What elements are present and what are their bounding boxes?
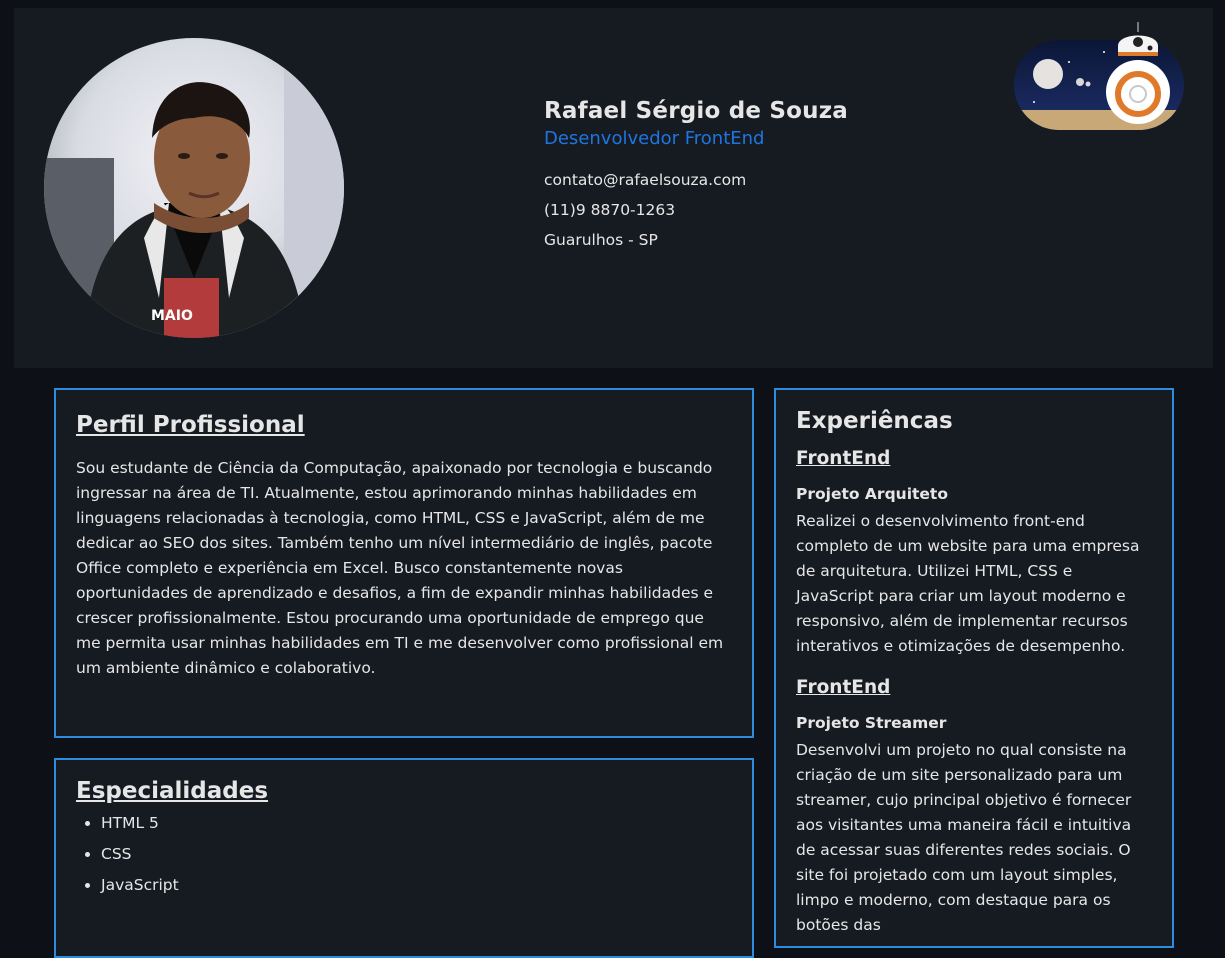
job-entry: FrontEnd Projeto Arquiteto Realizei o de… — [796, 448, 1152, 659]
skill-item: HTML 5 — [101, 812, 732, 835]
experiencias-section: Experiêncas FrontEnd Projeto Arquiteto R… — [774, 388, 1174, 948]
profile-location: Guarulhos - SP — [544, 231, 658, 249]
experiencias-title: Experiêncas — [796, 408, 953, 434]
profile-photo-image: MAIO — [44, 38, 344, 338]
job-name: Projeto Streamer — [796, 714, 947, 732]
especialidades-section: Especialidades HTML 5 CSS JavaScript — [54, 758, 754, 958]
profile-name: Rafael Sérgio de Souza — [544, 98, 849, 124]
especialidades-title: Especialidades — [76, 778, 269, 804]
job-entry: FrontEnd Projeto Streamer Desenvolvi um … — [796, 677, 1152, 938]
job-name: Projeto Arquiteto — [796, 485, 948, 503]
profile-header: MAIO Rafael Sérgio de Souza Desenvolvedo… — [14, 8, 1213, 368]
skill-item: CSS — [101, 843, 732, 866]
svg-text:MAIO: MAIO — [151, 308, 193, 324]
perfil-title: Perfil Profissional — [76, 412, 305, 438]
job-description: Desenvolvi um projeto no qual consiste n… — [796, 741, 1132, 934]
profile-info: Rafael Sérgio de Souza Desenvolvedor Fro… — [544, 98, 848, 261]
skills-list: HTML 5 CSS JavaScript — [76, 812, 732, 897]
skill-item: JavaScript — [101, 874, 732, 897]
profile-role: Desenvolvedor FrontEnd — [544, 128, 765, 149]
job-type: FrontEnd — [796, 677, 891, 698]
perfil-profissional-section: Perfil Profissional Sou estudante de Ciê… — [54, 388, 754, 738]
job-description: Realizei o desenvolvimento front-end com… — [796, 512, 1140, 655]
profile-phone: (11)9 8870-1263 — [544, 201, 676, 219]
theme-toggle-button[interactable] — [1014, 12, 1186, 130]
profile-photo: MAIO — [44, 38, 344, 338]
profile-email: contato@rafaelsouza.com — [544, 171, 747, 189]
perfil-text: Sou estudante de Ciência da Computação, … — [76, 459, 724, 677]
job-type: FrontEnd — [796, 448, 891, 469]
bb8-moon-toggle-icon — [1014, 22, 1184, 130]
